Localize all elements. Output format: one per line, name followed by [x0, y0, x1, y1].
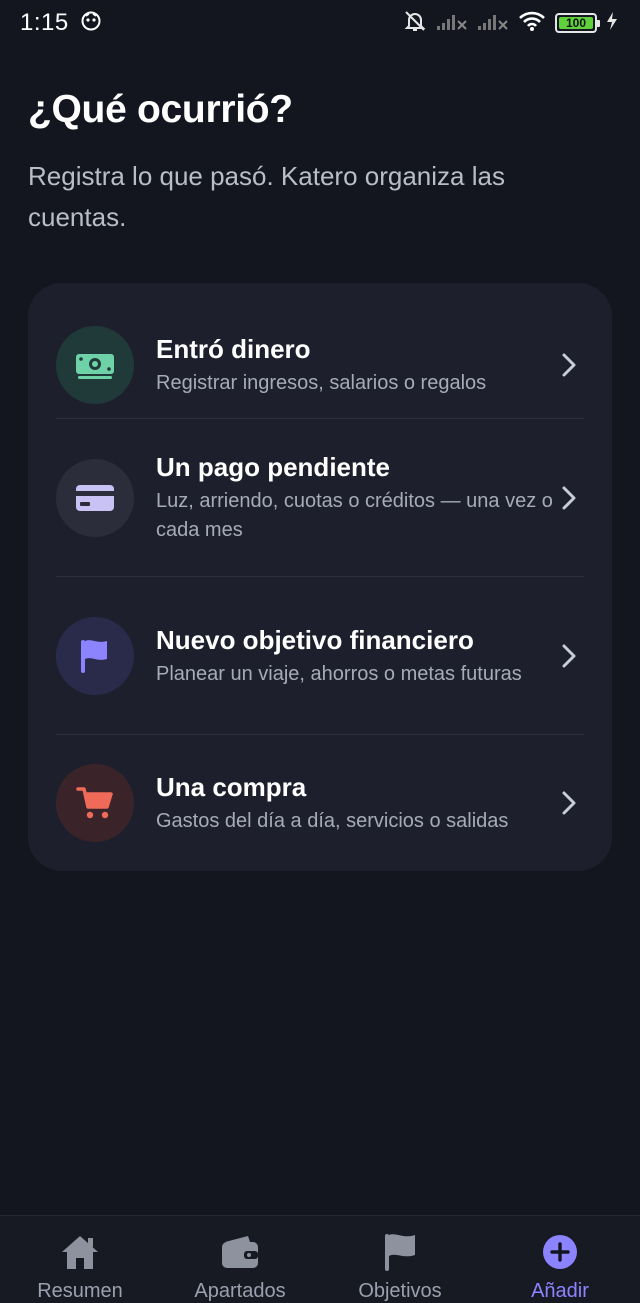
- page-subtitle: Registra lo que pasó. Katero organiza la…: [28, 161, 505, 232]
- charging-icon: [606, 11, 618, 36]
- option-income-description: Registrar ingresos, salarios o regalos: [156, 371, 487, 394]
- battery-indicator: 100: [555, 13, 600, 33]
- mute-bell-icon: [403, 9, 427, 38]
- option-purchase-title: Una compra: [156, 771, 307, 802]
- options-card: Entró dinero Registrar ingresos, salario…: [28, 283, 612, 871]
- page-title: ¿Qué ocurrió?: [28, 88, 293, 131]
- signal-icon-2: [477, 11, 509, 36]
- battery-level: 100: [565, 16, 587, 30]
- flag-icon: [382, 1232, 418, 1272]
- option-pending-payment[interactable]: Un pago pendiente Luz, arriendo, cuotas …: [56, 419, 584, 577]
- option-purchase-description: Gastos del día a día, servicios o salida…: [156, 809, 509, 832]
- home-icon: [60, 1232, 100, 1272]
- nav-label-objetivos: Objetivos: [358, 1280, 442, 1302]
- option-financial-goal-title: Nuevo objetivo financiero: [156, 624, 474, 655]
- status-bar: 1:15 100: [0, 0, 640, 46]
- nav-label-apartados: Apartados: [194, 1280, 286, 1302]
- add-circle-icon: [541, 1232, 579, 1272]
- option-pending-payment-description: Luz, arriendo, cuotas o créditos — una v…: [156, 490, 553, 541]
- option-financial-goal[interactable]: Nuevo objetivo financiero Planear un via…: [56, 577, 584, 735]
- option-financial-goal-description: Planear un viaje, ahorros o metas futura…: [156, 662, 522, 685]
- nav-item-anadir[interactable]: Añadir: [480, 1216, 640, 1303]
- status-time: 1:15: [20, 9, 69, 36]
- bottom-navigation: Resumen Apartados Objetivos Añadir: [0, 1215, 640, 1303]
- option-purchase[interactable]: Una compra Gastos del día a día, servici…: [56, 735, 584, 871]
- nav-label-resumen: Resumen: [37, 1280, 123, 1302]
- flag-icon: [56, 617, 134, 695]
- option-income[interactable]: Entró dinero Registrar ingresos, salario…: [56, 311, 584, 419]
- chevron-right-icon: [554, 352, 584, 378]
- chevron-right-icon: [554, 485, 584, 511]
- chevron-right-icon: [554, 643, 584, 669]
- wifi-icon: [518, 10, 546, 37]
- option-income-title: Entró dinero: [156, 333, 311, 364]
- nav-label-anadir: Añadir: [531, 1280, 589, 1302]
- nav-item-objetivos[interactable]: Objetivos: [320, 1216, 480, 1303]
- nav-item-apartados[interactable]: Apartados: [160, 1216, 320, 1303]
- credit-card-icon: [56, 459, 134, 537]
- option-pending-payment-title: Un pago pendiente: [156, 452, 390, 482]
- signal-icon: [436, 11, 468, 36]
- chevron-right-icon: [554, 790, 584, 816]
- notification-app-icon: [81, 11, 101, 36]
- money-icon: [56, 326, 134, 404]
- shopping-cart-icon: [56, 764, 134, 842]
- nav-item-resumen[interactable]: Resumen: [0, 1216, 160, 1303]
- wallet-icon: [220, 1232, 260, 1272]
